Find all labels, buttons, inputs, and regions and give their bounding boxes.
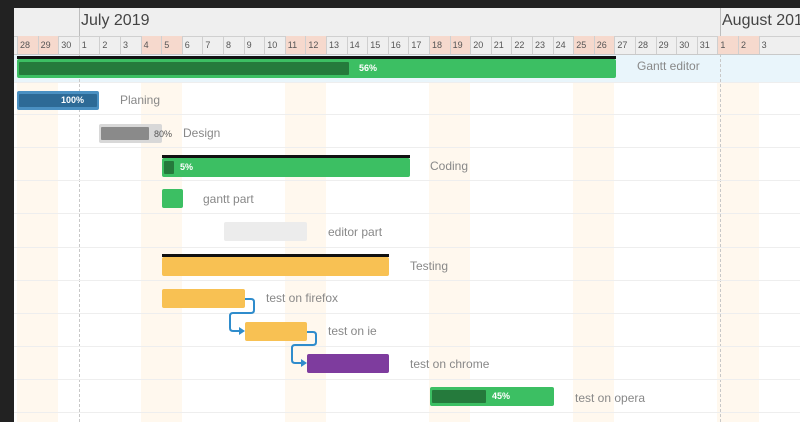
day-cell: 8 [223,36,244,54]
summary-bracket [162,254,389,257]
task-bar-editor-part[interactable] [224,222,307,241]
day-cell: 9 [243,36,265,54]
weekend-column [284,82,306,422]
row-divider [14,280,800,281]
month-label-july: July 2019 [81,12,150,29]
weekend-column [738,82,759,422]
task-bar-design[interactable] [99,124,162,143]
task-label-test-on-opera: test on opera [575,391,646,405]
task-bar-testing[interactable] [162,254,389,276]
weekend-column [573,82,594,422]
day-cell: 28 [17,36,38,54]
row-divider [14,82,800,83]
day-cell: 18 [429,36,450,54]
task-label-test-on-firefox: test on firefox [266,291,339,305]
month-label-august: August 201 [722,12,800,29]
day-cell: 31 [696,36,718,54]
row-divider [14,213,800,214]
task-bar-coding[interactable]: 5% [162,155,410,177]
day-cell: 11 [284,36,306,54]
progress-label: 5% [180,162,194,172]
day-cell: 14 [346,36,368,54]
day-cell: 25 [573,36,594,54]
day-cell: 1 [717,36,738,54]
task-bar-gantt-editor[interactable]: 56% [17,56,616,78]
day-cell: 22 [511,36,532,54]
row-divider [14,379,800,380]
task-label-planing: Planing [120,93,161,107]
row-divider [14,313,800,314]
row-divider [14,247,800,248]
weekend-column [593,82,615,422]
day-cell: 10 [264,36,285,54]
row-divider [14,412,800,413]
task-bar-planing[interactable]: 100% [17,91,99,110]
day-cell: 30 [58,36,79,54]
day-cell: 24 [552,36,574,54]
day-cell: 29 [655,36,677,54]
progress-fill [101,127,149,140]
progress-label: 80% [154,129,173,139]
weekend-column [429,82,450,422]
day-cell: 28 [635,36,656,54]
summary-bracket [162,155,410,158]
task-label-testing: Testing [410,259,449,273]
day-cell: 7 [202,36,223,54]
task-bar-test-on-ie[interactable] [245,322,307,341]
progress-label: 100% [61,95,85,105]
day-cell: 17 [408,36,429,54]
progress-fill [432,390,486,403]
task-label-gantt-part: gantt part [203,192,254,206]
day-cell: 13 [326,36,347,54]
task-bar-test-on-chrome[interactable] [307,354,389,373]
day-cell: 2 [99,36,120,54]
task-label-test-on-chrome: test on chrome [410,357,490,371]
row-divider [14,147,800,148]
weekend-column [17,82,38,422]
progress-label: 56% [359,63,378,73]
day-cell: 3 [758,36,780,54]
day-cell: 6 [181,36,203,54]
task-label-editor-part: editor part [328,225,383,239]
month-boundary-line [720,54,721,422]
day-cell: 4 [140,36,162,54]
summary-bracket [17,56,616,59]
day-cell: 30 [676,36,697,54]
day-cell: 21 [490,36,512,54]
progress-fill [19,94,97,107]
day-cell: 23 [532,36,553,54]
day-cell: 3 [120,36,141,54]
day-cell: 20 [470,36,491,54]
row-divider [14,114,800,115]
gantt-chart[interactable]: July 2019 August 201 28 29 30 1 2 3 4 5 6 7 8 9 10 11… [14,8,800,422]
progress-fill [19,62,349,75]
day-cell: 12 [305,36,326,54]
day-cell: 27 [614,36,635,54]
task-bar-test-on-firefox[interactable] [162,289,245,308]
progress-label: 45% [492,391,511,401]
task-label-design: Design [183,126,221,140]
row-divider [14,180,800,181]
task-label-gantt-editor: Gantt editor [637,59,700,73]
day-cell: 19 [449,36,471,54]
day-cell: 26 [593,36,615,54]
task-bar-gantt-part[interactable] [162,189,183,208]
day-cell: 5 [161,36,182,54]
day-cell: 15 [367,36,388,54]
progress-fill [164,161,174,174]
weekend-column [37,82,59,422]
task-bar-test-on-opera[interactable]: 45% [430,387,554,406]
day-cell: 16 [387,36,409,54]
day-cell: 2 [738,36,759,54]
row-divider [14,346,800,347]
task-label-coding: Coding [430,159,469,173]
day-cell: 29 [37,36,59,54]
day-cell: 1 [78,36,100,54]
task-label-test-on-ie: test on ie [328,324,377,338]
weekend-column [449,82,471,422]
